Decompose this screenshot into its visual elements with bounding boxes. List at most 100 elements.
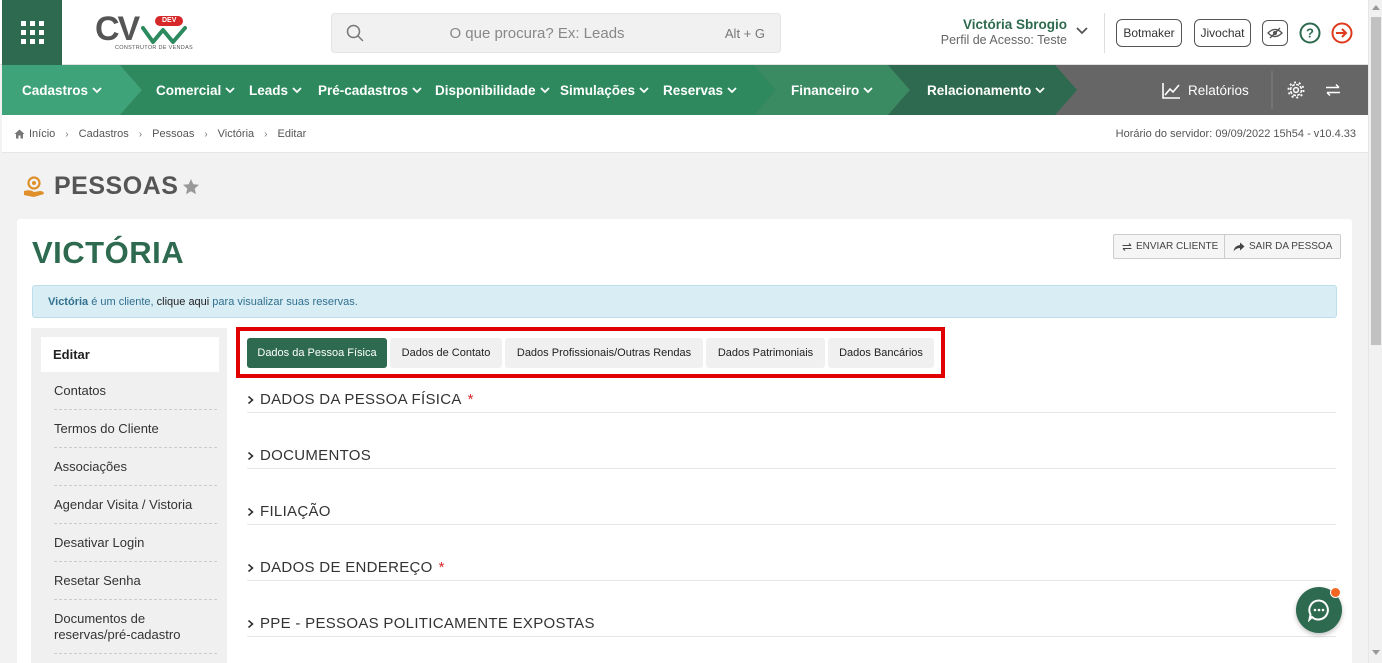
alert-click-here[interactable]: clique aqui — [157, 296, 210, 308]
chevron-right-icon: › — [204, 128, 208, 140]
scroll-up-icon[interactable] — [1372, 4, 1380, 10]
tab-dados-pessoa-fisica[interactable]: Dados da Pessoa Física — [247, 338, 387, 368]
nav-simulacoes[interactable]: Simulações — [560, 65, 649, 115]
chevron-right-icon — [247, 451, 254, 460]
person-name: VICTÓRIA — [32, 235, 185, 270]
nav-label: Leads — [249, 82, 289, 98]
logo[interactable]: CV DEV CONSTRUTOR DE VENDAS — [95, 10, 194, 54]
tab-dados-profissionais[interactable]: Dados Profissionais/Outras Rendas — [505, 338, 703, 368]
section-filiacao[interactable]: FILIAÇÃO — [247, 499, 1336, 525]
chevron-down-icon — [539, 86, 550, 93]
chevron-down-icon — [639, 86, 649, 93]
logo-subtitle: CONSTRUTOR DE VENDAS — [115, 45, 194, 51]
search-input[interactable] — [372, 14, 702, 52]
share-arrow-icon — [1233, 242, 1245, 251]
chevron-down-icon — [1035, 86, 1045, 93]
scrollbar-thumb[interactable] — [1371, 17, 1381, 345]
side-item-agendar-visita[interactable]: Agendar Visita / Vistoria — [54, 497, 217, 524]
swap-button[interactable] — [1323, 80, 1343, 100]
section-dados-pessoa-fisica[interactable]: DADOS DA PESSOA FÍSICA * — [247, 387, 1336, 413]
nav-label: Financeiro — [791, 82, 860, 98]
logo-text: CV — [95, 10, 140, 48]
section-dados-endereco[interactable]: DADOS DE ENDEREÇO * — [247, 555, 1336, 581]
page-title: PESSOAS — [54, 172, 179, 200]
privacy-toggle-button[interactable] — [1262, 20, 1288, 46]
chevron-right-icon — [247, 563, 254, 572]
search-icon — [346, 24, 364, 42]
chevron-right-icon — [247, 619, 254, 628]
breadcrumb: Início › Cadastros › Pessoas › Victória … — [14, 128, 306, 140]
settings-button[interactable] — [1286, 80, 1306, 100]
chevron-right-icon: › — [138, 128, 143, 140]
side-item-desativar-login[interactable]: Desativar Login — [54, 535, 217, 562]
nav-label: Disponibilidade — [435, 82, 536, 98]
chevron-right-icon — [247, 507, 254, 516]
nav-comercial[interactable]: Comercial — [156, 65, 235, 115]
section-documentos[interactable]: DOCUMENTOS — [247, 443, 1336, 469]
section-ppe[interactable]: PPE - PESSOAS POLITICAMENTE EXPOSTAS — [247, 611, 1336, 637]
nav-label: Relatórios — [1188, 82, 1249, 98]
nav-label: Comercial — [156, 82, 222, 98]
nav-label: Simulações — [560, 82, 636, 98]
side-item-contatos[interactable]: Contatos — [54, 383, 217, 410]
side-item-associacoes[interactable]: Associações — [54, 459, 217, 486]
nav-disponibilidade[interactable]: Disponibilidade — [435, 65, 550, 115]
chat-icon — [1307, 599, 1329, 622]
breadcrumb-victoria[interactable]: Victória — [218, 128, 254, 140]
nav-relatorios[interactable]: Relatórios — [1162, 65, 1249, 115]
botmaker-button[interactable]: Botmaker — [1116, 19, 1182, 47]
search-box: Alt + G — [331, 13, 781, 53]
logout-icon — [1331, 22, 1353, 44]
content-card: VICTÓRIA ENVIAR CLIENTE SAIR DA PESSOA V… — [17, 219, 1352, 663]
side-item-documentos[interactable]: Documentos de reservas/pré-cadastro — [54, 611, 217, 654]
user-name: Victória Sbrogio — [962, 17, 1067, 32]
leave-person-label: SAIR DA PESSOA — [1249, 241, 1333, 252]
tab-dados-contato[interactable]: Dados de Contato — [390, 338, 502, 368]
nav-pre-cadastros[interactable]: Pré-cadastros — [318, 65, 422, 115]
send-client-button[interactable]: ENVIAR CLIENTE — [1113, 234, 1228, 259]
chevron-down-icon — [292, 86, 302, 93]
view-reservations-link[interactable]: para visualizar suas reservas. — [209, 296, 358, 308]
gear-icon — [1287, 81, 1305, 99]
logo-badge: DEV — [155, 16, 184, 26]
star-icon[interactable] — [182, 178, 200, 196]
chat-notification-dot — [1330, 587, 1341, 598]
server-time: Horário do servidor: 09/09/2022 15h54 - … — [1115, 128, 1356, 140]
leave-person-button[interactable]: SAIR DA PESSOA — [1224, 234, 1342, 259]
side-item-editar[interactable]: Editar — [41, 337, 219, 372]
client-alert: Victória é um cliente, clique aqui para … — [32, 285, 1337, 318]
page-header: PESSOAS — [22, 172, 200, 201]
alert-name: Victória — [48, 296, 89, 308]
help-icon: ? — [1299, 22, 1321, 44]
user-menu[interactable]: Victória Sbrogio Perfil de Acesso: Teste — [905, 17, 1090, 48]
nav-financeiro[interactable]: Financeiro — [791, 65, 873, 115]
svg-text:?: ? — [1306, 26, 1314, 41]
swap-icon — [1122, 242, 1132, 251]
home-icon — [14, 129, 25, 139]
breadcrumb-pessoas[interactable]: Pessoas — [152, 128, 194, 140]
chart-line-icon — [1162, 82, 1180, 99]
side-item-resetar-senha[interactable]: Resetar Senha — [54, 573, 217, 600]
page-scrollbar[interactable] — [1368, 0, 1382, 663]
nav-leads[interactable]: Leads — [249, 65, 302, 115]
help-button[interactable]: ? — [1299, 22, 1321, 44]
search-shortcut: Alt + G — [724, 26, 765, 41]
chevron-down-icon — [1076, 27, 1088, 35]
required-marker: * — [467, 391, 474, 408]
nav-cadastros[interactable]: Cadastros — [22, 65, 102, 115]
chevron-down-icon — [92, 86, 102, 93]
side-item-termos[interactable]: Termos do Cliente — [54, 421, 217, 448]
logout-button[interactable] — [1331, 22, 1353, 44]
nav-label: Relacionamento — [927, 82, 1032, 98]
scroll-down-icon[interactable] — [1372, 650, 1380, 656]
breadcrumb-cadastros[interactable]: Cadastros — [79, 128, 129, 140]
breadcrumb-inicio[interactable]: Início — [29, 128, 55, 140]
nav-reservas[interactable]: Reservas — [663, 65, 737, 115]
apps-menu-button[interactable] — [2, 0, 62, 65]
tab-dados-bancarios[interactable]: Dados Bancários — [828, 338, 934, 368]
jivochat-button[interactable]: Jivochat — [1194, 19, 1251, 47]
chevron-right-icon — [247, 395, 254, 404]
chevron-down-icon — [863, 86, 873, 93]
tab-dados-patrimoniais[interactable]: Dados Patrimoniais — [706, 338, 825, 368]
nav-relacionamento[interactable]: Relacionamento — [927, 65, 1045, 115]
